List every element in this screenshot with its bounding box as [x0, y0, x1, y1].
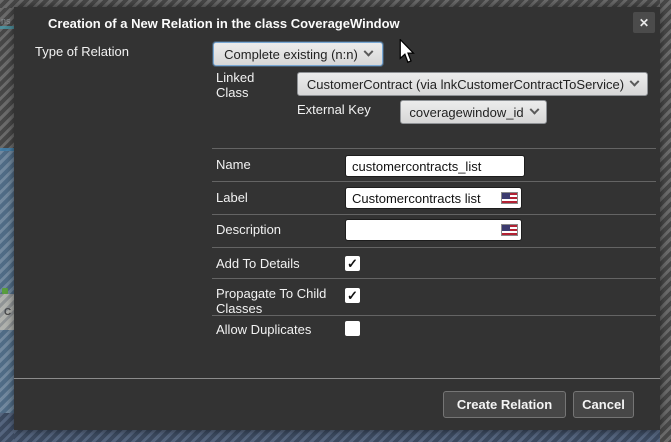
us-flag-translation-icon[interactable]: [501, 192, 518, 204]
create-relation-dialog: Creation of a New Relation in the class …: [14, 7, 660, 430]
external-key-label: External Key: [297, 102, 371, 117]
allow-duplicates-label: Allow Duplicates: [216, 322, 311, 337]
name-input[interactable]: [345, 155, 525, 177]
description-label: Description: [216, 222, 281, 237]
modal-mask-left-blue: [0, 151, 14, 413]
modal-mask-bottom: [14, 430, 660, 442]
footer-separator: [14, 378, 660, 379]
background-teal-line: [0, 26, 14, 29]
linked-class-select[interactable]: CustomerContract (via lnkCustomerContrac…: [297, 72, 648, 96]
chevron-down-icon: [363, 46, 373, 56]
add-to-details-label: Add To Details: [216, 256, 300, 271]
row-separator: [212, 181, 656, 182]
external-key-select[interactable]: coveragewindow_id: [400, 100, 547, 124]
label-label: Label: [216, 190, 248, 205]
name-field-wrap: [345, 155, 525, 177]
create-relation-button[interactable]: Create Relation: [443, 391, 566, 418]
row-separator: [212, 278, 656, 279]
chevron-down-icon: [529, 104, 539, 114]
mask-overlay: [0, 294, 14, 330]
background-partial-text: ns: [1, 16, 11, 26]
allow-duplicates-checkbox[interactable]: [345, 321, 360, 336]
type-of-relation-value: Complete existing (n:n): [224, 47, 358, 62]
add-to-details-checkbox[interactable]: ✓: [345, 256, 360, 271]
type-of-relation-label: Type of Relation: [35, 44, 129, 59]
us-flag-translation-icon[interactable]: [501, 224, 518, 236]
row-separator: [212, 315, 656, 316]
type-of-relation-select[interactable]: Complete existing (n:n): [213, 42, 383, 66]
linked-class-label: Linked Class: [216, 70, 280, 100]
propagate-to-child-classes-label: Propagate To Child Classes: [216, 286, 338, 316]
close-icon[interactable]: ✕: [633, 12, 655, 33]
chevron-down-icon: [630, 76, 640, 86]
row-separator: [212, 148, 656, 149]
background-grid-row-fragment: C: [0, 294, 14, 330]
row-separator: [212, 247, 656, 248]
description-field-wrap: [345, 219, 522, 241]
row-separator: [212, 214, 656, 215]
modal-mask-left-navy: [0, 413, 14, 442]
name-label: Name: [216, 157, 251, 172]
label-input[interactable]: [345, 187, 522, 209]
screen: ns C Creation of a New Relation in the c…: [0, 0, 671, 442]
modal-mask-left-gray: ns: [0, 8, 14, 151]
cancel-button[interactable]: Cancel: [573, 391, 634, 418]
propagate-to-child-classes-checkbox[interactable]: ✓: [345, 288, 360, 303]
description-input[interactable]: [345, 219, 522, 241]
linked-class-value: CustomerContract (via lnkCustomerContrac…: [307, 77, 624, 92]
external-key-value: coveragewindow_id: [409, 105, 523, 120]
dialog-title: Creation of a New Relation in the class …: [48, 16, 400, 31]
label-field-wrap: [345, 187, 522, 209]
modal-mask-right: [660, 0, 671, 442]
